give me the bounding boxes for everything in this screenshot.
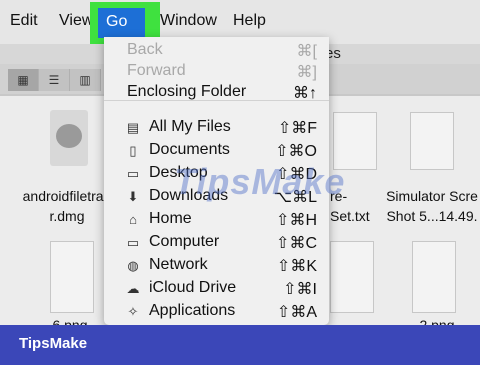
- go-menu-selected[interactable]: Go: [98, 8, 145, 38]
- documents-icon: ▯: [129, 143, 137, 158]
- desktop-icon: ▭: [126, 166, 140, 181]
- list-view-button[interactable]: ☰: [39, 69, 70, 91]
- downloads-icon: ⬇: [127, 189, 139, 204]
- menu-item-icloud-drive[interactable]: ☁ iCloud Drive ⇧⌘I: [104, 278, 329, 300]
- menu-item-network[interactable]: ◍ Network ⇧⌘K: [104, 255, 329, 277]
- menu-help[interactable]: Help: [233, 12, 266, 30]
- screenshot-file-icon[interactable]: [410, 112, 454, 170]
- menu-item-documents[interactable]: ▯ Documents ⇧⌘O: [104, 140, 329, 162]
- png-file-icon[interactable]: [330, 241, 374, 313]
- menu-window[interactable]: Window: [160, 12, 217, 30]
- menu-edit[interactable]: Edit: [10, 12, 38, 30]
- column-view-icon: ▥: [79, 73, 91, 87]
- all-files-icon: ▤: [126, 120, 140, 135]
- list-view-icon: ☰: [48, 73, 60, 87]
- icon-view-button[interactable]: ▦: [8, 69, 39, 91]
- brand-logo-text: TipsMake: [19, 335, 88, 352]
- png-file-icon[interactable]: [50, 241, 94, 313]
- icon-view-icon: ▦: [17, 73, 29, 87]
- menu-item-home[interactable]: ⌂ Home ⇧⌘H: [104, 209, 329, 231]
- menu-view[interactable]: View: [59, 12, 93, 30]
- network-icon: ◍: [127, 258, 139, 273]
- menu-item-computer[interactable]: ▭ Computer ⇧⌘C: [104, 232, 329, 254]
- cloud-icon: ☁: [126, 281, 140, 296]
- menu-item-forward[interactable]: Forward ⌘]: [104, 61, 329, 83]
- home-icon: ⌂: [129, 212, 137, 227]
- watermark: TipsMake: [174, 161, 346, 202]
- menu-separator: [104, 100, 329, 101]
- menu-item-all-my-files[interactable]: ▤ All My Files ⇧⌘F: [104, 117, 329, 139]
- file-label-screenshot[interactable]: Simulator Scre Shot 5...14.49.: [382, 186, 480, 226]
- brand-band: TipsMake: [0, 325, 480, 365]
- menu-item-applications[interactable]: ✧ Applications ⇧⌘A: [104, 301, 329, 323]
- menu-go[interactable]: Go: [106, 13, 127, 31]
- computer-icon: ▭: [126, 235, 140, 250]
- dmg-file-icon[interactable]: [50, 110, 88, 166]
- menu-item-back[interactable]: Back ⌘[: [104, 40, 329, 62]
- applications-icon: ✧: [127, 304, 139, 319]
- png-file-icon[interactable]: [412, 241, 456, 313]
- column-view-button[interactable]: ▥: [70, 69, 101, 91]
